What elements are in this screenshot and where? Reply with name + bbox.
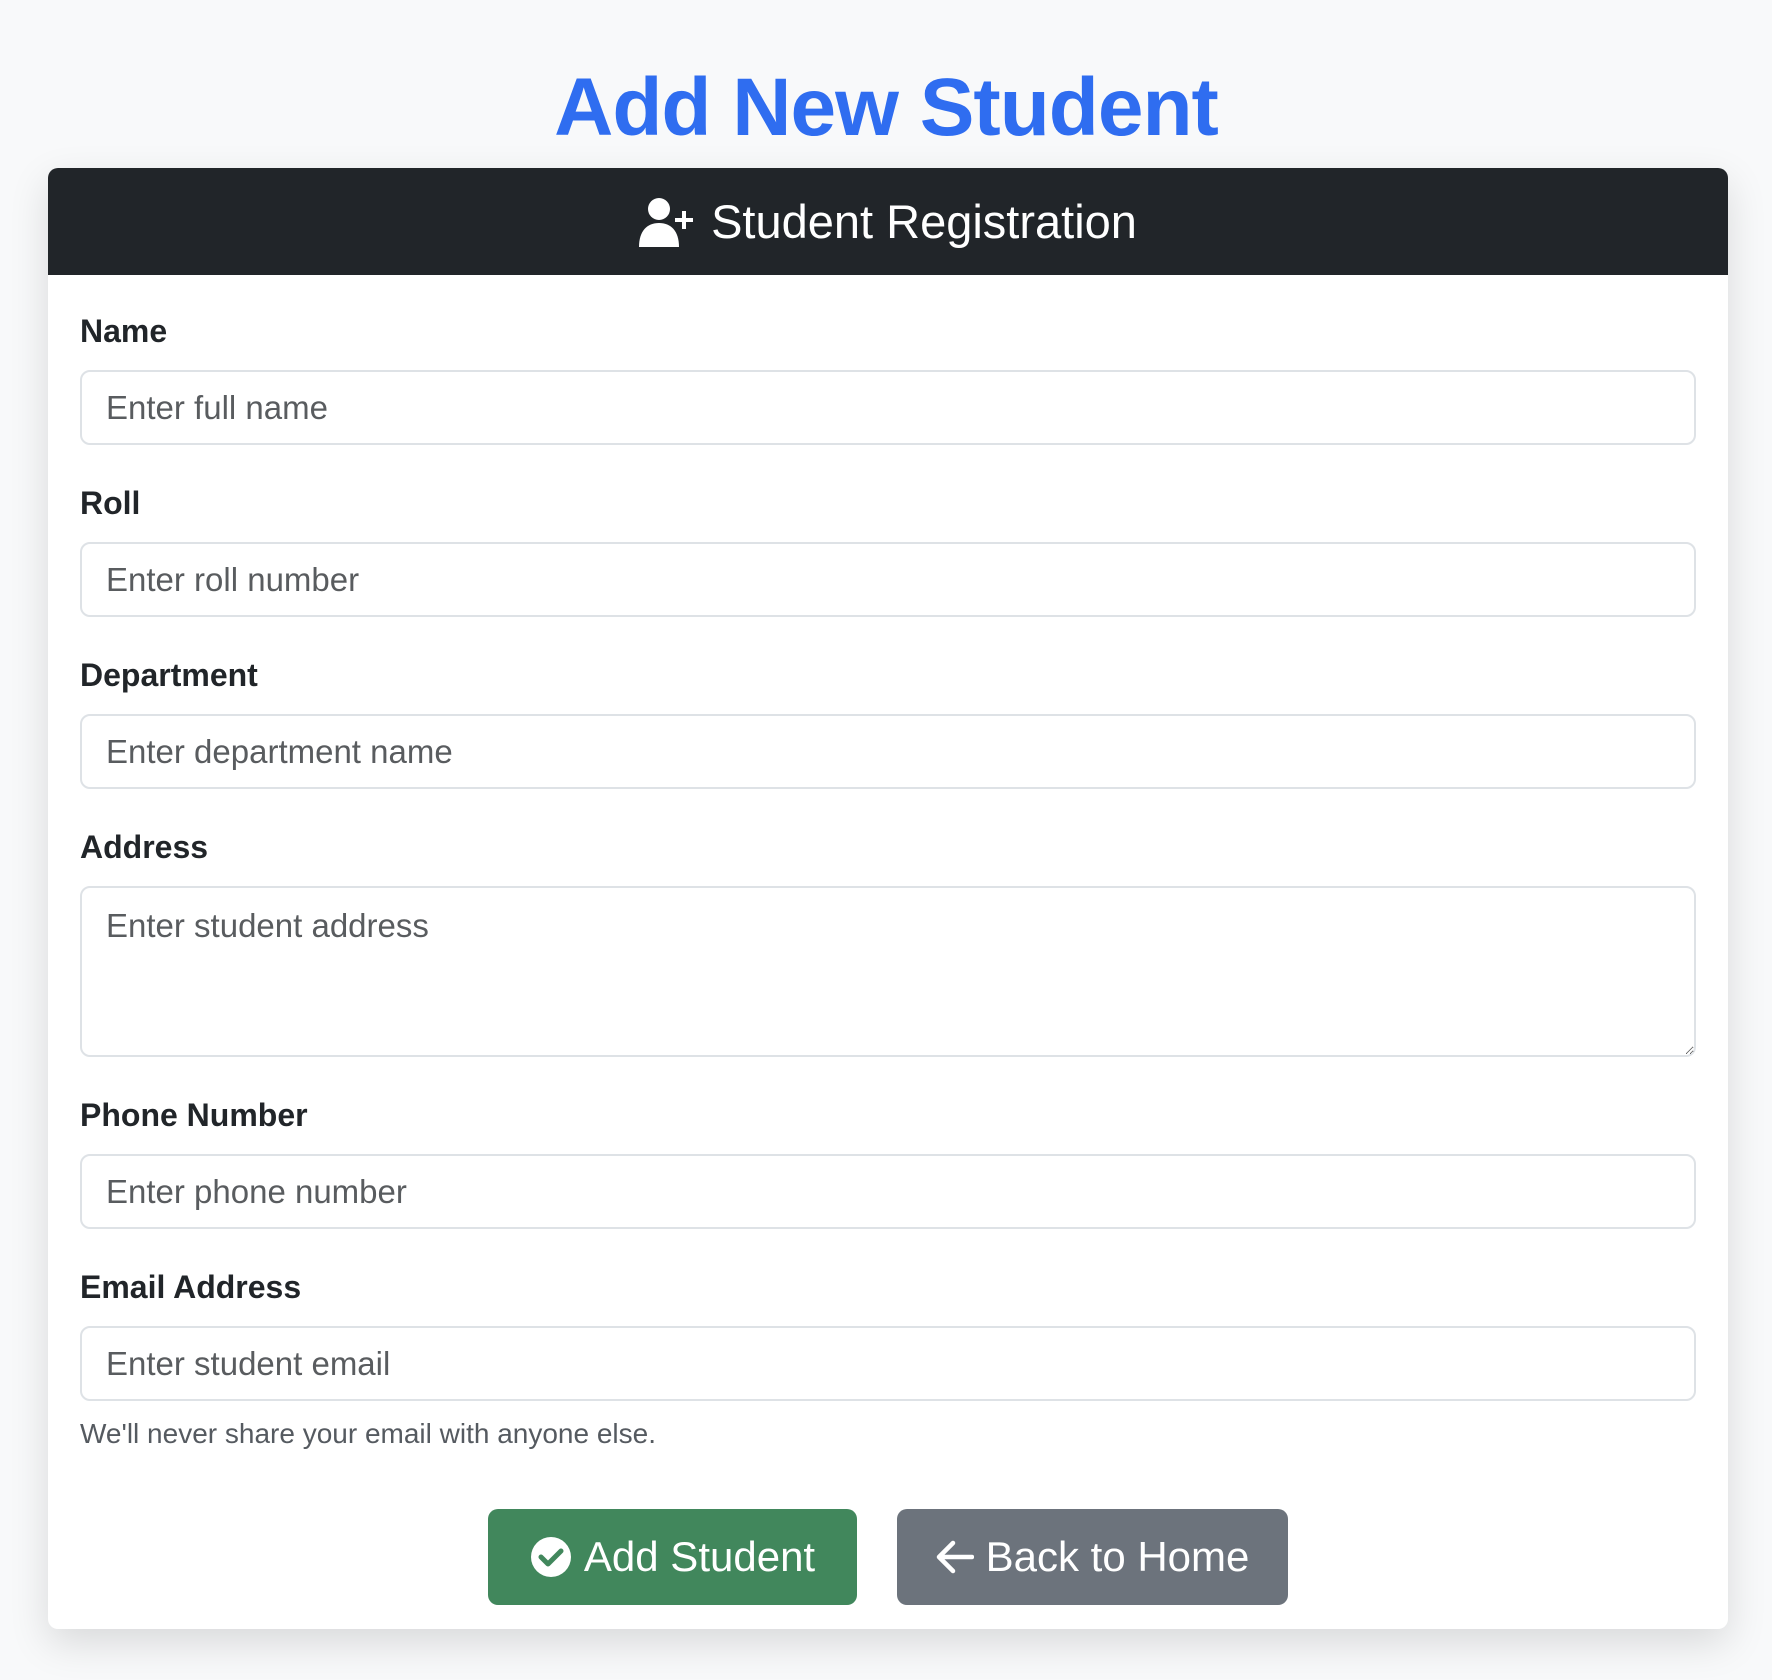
address-textarea[interactable] — [80, 886, 1696, 1057]
phone-label: Phone Number — [80, 1097, 308, 1133]
card-header-title: Student Registration — [711, 195, 1137, 248]
phone-input[interactable] — [80, 1154, 1696, 1229]
address-label: Address — [80, 829, 209, 865]
card-header: Student Registration — [48, 168, 1728, 275]
registration-card: Student Registration Name Roll Departmen… — [48, 168, 1728, 1629]
email-help-text: We'll never share your email with anyone… — [80, 1418, 656, 1449]
name-input[interactable] — [80, 370, 1696, 445]
email-input[interactable] — [80, 1326, 1696, 1401]
name-label: Name — [80, 313, 168, 349]
back-to-home-button[interactable]: Back to Home — [897, 1509, 1288, 1605]
page-title: Add New Student — [554, 62, 1219, 153]
arrow-left-icon — [936, 1540, 974, 1574]
check-circle-icon — [530, 1536, 572, 1578]
back-to-home-label: Back to Home — [985, 1533, 1250, 1580]
roll-label: Roll — [80, 485, 141, 521]
add-student-button[interactable]: Add Student — [488, 1509, 857, 1605]
add-student-label: Add Student — [583, 1533, 816, 1580]
user-plus-icon — [639, 197, 697, 247]
department-label: Department — [80, 657, 258, 693]
email-label: Email Address — [80, 1269, 302, 1305]
department-input[interactable] — [80, 714, 1696, 789]
roll-input[interactable] — [80, 542, 1696, 617]
